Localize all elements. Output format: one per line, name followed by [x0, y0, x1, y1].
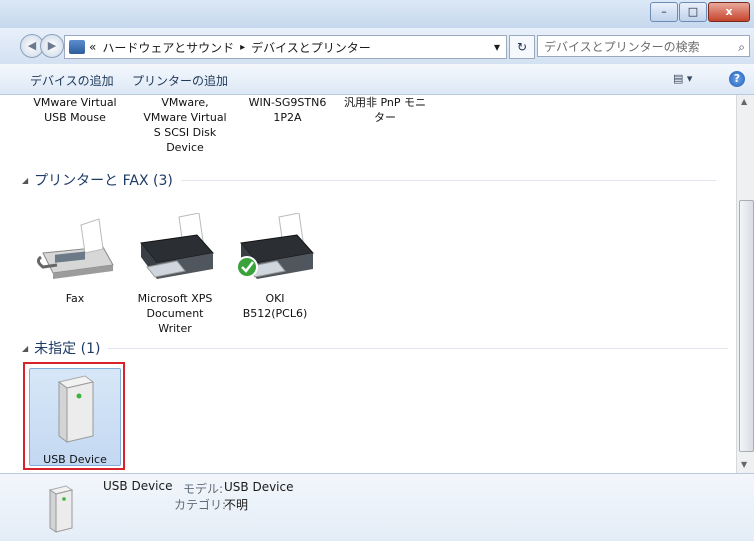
forward-arrow-icon[interactable]: ▶: [40, 34, 64, 58]
printer-icon: [236, 212, 314, 279]
command-bar: デバイスの追加 プリンターの追加 ▤ ▾ ?: [0, 64, 754, 95]
breadcrumb-devices-and-printers[interactable]: デバイスとプリンター: [251, 39, 371, 56]
printer-label-line: Microsoft XPS: [137, 292, 213, 305]
printer-label-line: Fax: [65, 292, 85, 305]
group-divider: [108, 347, 729, 349]
scroll-up-icon[interactable]: ▲: [741, 97, 747, 106]
address-box[interactable]: « ハードウェアとサウンド ▸ デバイスとプリンター ▾: [64, 35, 507, 59]
details-model-label: モデル:: [183, 482, 224, 496]
details-category-label: カテゴリ:: [174, 498, 227, 512]
add-device-button[interactable]: デバイスの追加: [30, 72, 114, 89]
collapse-triangle-icon[interactable]: ◢: [22, 176, 28, 185]
breadcrumb-overflow[interactable]: «: [89, 40, 96, 54]
control-panel-icon: [69, 40, 85, 54]
printer-label-line: Document: [146, 307, 204, 320]
vertical-scrollbar[interactable]: ▲ ▼: [736, 95, 754, 473]
search-placeholder: デバイスとプリンターの検索: [544, 40, 700, 54]
device-vmware-scsi-disk[interactable]: VMware, VMware Virtual S SCSI Disk Devic…: [130, 95, 240, 155]
device-label-line: VMware Virtual: [143, 111, 227, 124]
view-options-button[interactable]: ▤ ▾: [673, 72, 692, 85]
device-generic-monitor[interactable]: 汎用非 PnP モニ ター: [335, 95, 435, 125]
group-header-unspecified[interactable]: ◢ 未指定 (1): [22, 338, 729, 358]
title-bar: – □ x: [0, 0, 754, 28]
search-input[interactable]: デバイスとプリンターの検索 ⌕: [537, 35, 750, 57]
usb-device-item[interactable]: USB Device: [23, 362, 125, 470]
help-icon[interactable]: ?: [729, 71, 745, 87]
device-label-line: WIN-SG9STN6: [248, 96, 327, 109]
address-bar-area: ◀ ▶ « ハードウェアとサウンド ▸ デバイスとプリンター ▾ ↻ デバイスと…: [0, 28, 754, 64]
breadcrumb-hardware-and-sound[interactable]: ハードウェアとサウンド: [102, 39, 234, 56]
device-label-line: 汎用非 PnP モニ: [343, 96, 427, 109]
device-label-line: Device: [166, 141, 204, 154]
maximize-button[interactable]: □: [679, 2, 707, 22]
details-pane: USB Device モデル: USB Device カテゴリ: 不明: [0, 473, 754, 541]
refresh-button[interactable]: ↻: [509, 35, 535, 59]
printer-label-line: OKI: [265, 292, 285, 305]
search-icon[interactable]: ⌕: [738, 36, 745, 58]
device-computer[interactable]: WIN-SG9STN6 1P2A: [235, 95, 340, 125]
printer-label-line: Writer: [158, 322, 192, 335]
printer-icon: [140, 212, 214, 279]
details-model-value: USB Device: [224, 480, 294, 494]
device-label-line: S SCSI Disk: [153, 126, 217, 139]
close-button[interactable]: x: [708, 2, 750, 22]
device-list: VMware Virtual USB Mouse VMware, VMware …: [0, 95, 735, 473]
details-device-name: USB Device: [103, 479, 173, 493]
details-category-value: 不明: [224, 498, 249, 512]
device-label-line: USB Mouse: [44, 111, 106, 124]
minimize-button[interactable]: –: [650, 2, 678, 22]
device-label-line: VMware,: [161, 96, 209, 109]
address-dropdown-icon[interactable]: ▾: [494, 40, 500, 54]
group-title: 未指定 (1): [34, 341, 101, 357]
printer-fax[interactable]: Fax: [25, 213, 125, 306]
usb-device-content: USB Device: [29, 372, 121, 467]
usb-device-label: USB Device: [43, 453, 107, 466]
add-printer-button[interactable]: プリンターの追加: [132, 72, 228, 89]
device-label-line: VMware Virtual: [33, 96, 117, 109]
group-header-printers[interactable]: ◢ プリンターと FAX (3): [22, 170, 716, 190]
usb-device-icon: [57, 375, 95, 443]
device-label-line: 1P2A: [273, 111, 302, 124]
printer-label-line: B512(PCL6): [242, 307, 308, 320]
group-divider: [180, 179, 716, 181]
scrollbar-thumb[interactable]: [739, 200, 754, 452]
group-title: プリンターと FAX (3): [34, 173, 173, 189]
devices-and-printers-window: – □ x ◀ ▶ « ハードウェアとサウンド ▸ デバイスとプリンター ▾ ↻…: [0, 0, 754, 541]
device-vmware-usb-mouse[interactable]: VMware Virtual USB Mouse: [25, 95, 125, 125]
printer-microsoft-xps[interactable]: Microsoft XPS Document Writer: [125, 212, 225, 336]
collapse-triangle-icon[interactable]: ◢: [22, 344, 28, 353]
usb-device-icon: [48, 485, 74, 533]
scroll-down-icon[interactable]: ▼: [741, 460, 747, 469]
printer-oki-b512[interactable]: OKI B512(PCL6): [225, 212, 325, 321]
fax-icon: [36, 218, 114, 279]
default-check-icon: [236, 256, 258, 278]
device-label-line: ター: [374, 111, 396, 124]
breadcrumb-separator-icon[interactable]: ▸: [240, 42, 245, 53]
